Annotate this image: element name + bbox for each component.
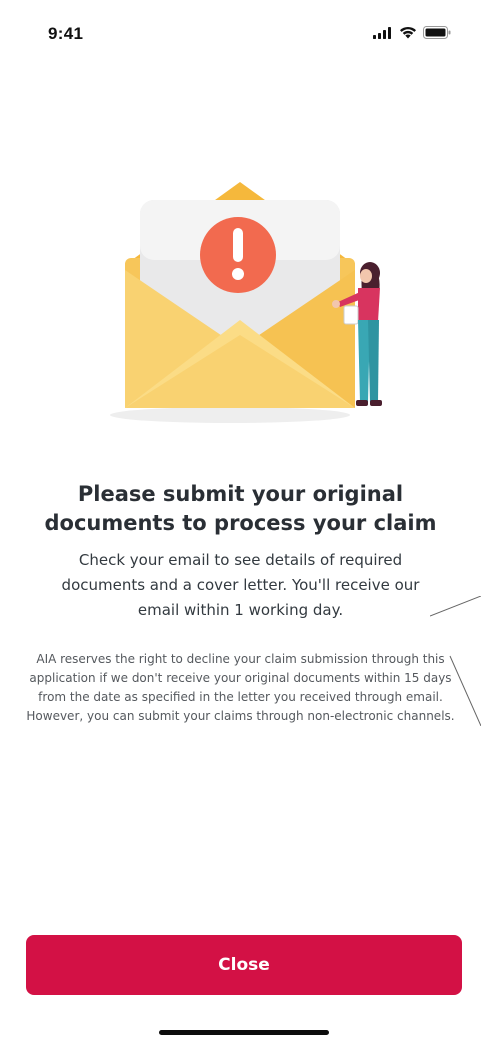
status-icons xyxy=(373,26,451,39)
cellular-signal-icon xyxy=(373,26,391,39)
email-instruction-text: Check your email to see details of requi… xyxy=(61,551,420,619)
close-button[interactable]: Close xyxy=(26,935,462,995)
disclaimer-text: AIA reserves the right to decline your c… xyxy=(26,652,455,723)
claim-submission-screen: 9:41 Please submit your original documen… xyxy=(0,0,481,1041)
envelope-alert-illustration xyxy=(110,182,382,423)
home-indicator xyxy=(159,1030,329,1035)
page-title: Please submit your original documents to… xyxy=(44,482,437,535)
battery-icon xyxy=(423,26,451,39)
status-time: 9:41 xyxy=(48,24,84,43)
wifi-icon xyxy=(400,26,416,39)
status-bar: 9:41 xyxy=(0,0,481,72)
